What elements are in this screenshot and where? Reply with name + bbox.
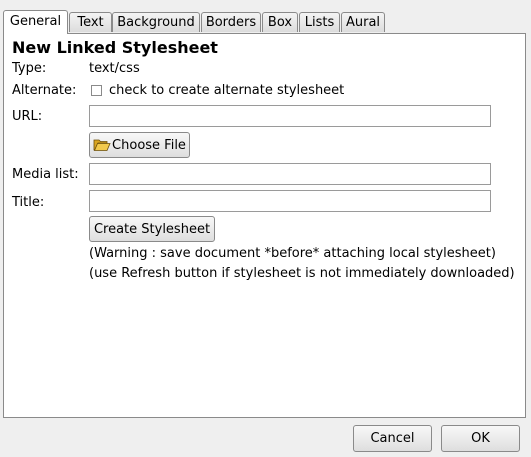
title-label: Title: <box>12 195 45 210</box>
tab-aural[interactable]: Aural <box>341 12 385 32</box>
tab-lists[interactable]: Lists <box>299 12 340 32</box>
tab-borders[interactable]: Borders <box>201 12 261 32</box>
tab-box[interactable]: Box <box>262 12 298 32</box>
type-label: Type: <box>12 61 47 76</box>
warning-note: (Warning : save document *before* attach… <box>89 246 496 261</box>
cancel-button[interactable]: Cancel <box>353 425 432 452</box>
media-list-label: Media list: <box>12 167 79 182</box>
refresh-note: (use Refresh button if stylesheet is not… <box>89 266 515 281</box>
panel-heading: New Linked Stylesheet <box>12 38 218 57</box>
ok-button[interactable]: OK <box>441 425 520 452</box>
tab-general[interactable]: General <box>3 10 68 34</box>
tab-background[interactable]: Background <box>112 12 200 32</box>
type-value: text/css <box>89 61 140 76</box>
choose-file-label: Choose File <box>112 137 186 153</box>
open-folder-icon <box>93 139 111 151</box>
media-list-input[interactable] <box>89 163 491 185</box>
url-input[interactable] <box>89 105 491 127</box>
alternate-checkbox[interactable] <box>91 85 102 96</box>
choose-file-button[interactable]: Choose File <box>89 132 190 158</box>
tab-text[interactable]: Text <box>69 12 112 32</box>
title-input[interactable] <box>89 190 491 212</box>
general-panel: New Linked Stylesheet Type: text/css Alt… <box>3 33 526 418</box>
url-label: URL: <box>12 109 43 124</box>
create-stylesheet-button[interactable]: Create Stylesheet <box>89 216 215 242</box>
alternate-checkbox-label[interactable]: check to create alternate stylesheet <box>109 83 344 98</box>
alternate-label: Alternate: <box>12 83 77 98</box>
